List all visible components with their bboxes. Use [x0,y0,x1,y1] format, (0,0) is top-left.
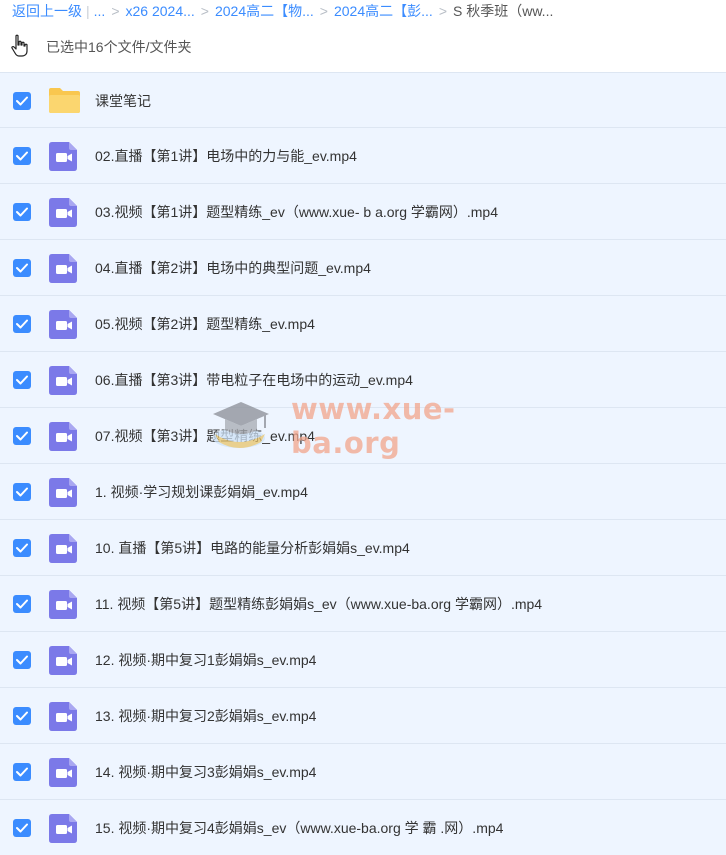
checkbox-checked-icon[interactable] [13,819,31,837]
breadcrumb-separator: > [200,3,209,19]
checkbox-checked-icon[interactable] [13,147,31,165]
checkbox-checked-icon[interactable] [13,763,31,781]
checkbox-checked-icon[interactable] [13,595,31,613]
file-row[interactable]: 07.视频【第3讲】题型精练_ev.mp4 [0,408,726,464]
breadcrumb-item[interactable]: 2024高二【彭... [334,1,433,21]
file-row[interactable]: 03.视频【第1讲】题型精练_ev（www.xue- b a.org 学霸网）.… [0,184,726,240]
file-row[interactable]: 02.直播【第1讲】电场中的力与能_ev.mp4 [0,128,726,184]
file-name[interactable]: 07.视频【第3讲】题型精练_ev.mp4 [95,408,315,464]
breadcrumb: 返回上一级 | ... > x26 2024... > 2024高二【物... … [0,0,726,22]
file-name[interactable]: 1. 视频·学习规划课彭娟娟_ev.mp4 [95,464,308,520]
file-name[interactable]: 12. 视频·期中复习1彭娟娟s_ev.mp4 [95,632,316,688]
checkbox-checked-icon[interactable] [13,92,31,110]
video-file-icon [48,645,79,676]
video-file-icon [48,253,79,284]
breadcrumb-item[interactable]: x26 2024... [126,3,195,19]
video-file-icon [48,813,79,844]
folder-row[interactable]: 课堂笔记 [0,72,726,128]
file-row[interactable]: 13. 视频·期中复习2彭娟娟s_ev.mp4 [0,688,726,744]
file-row[interactable]: 15. 视频·期中复习4彭娟娟s_ev（www.xue-ba.org 学 霸 .… [0,800,726,855]
breadcrumb-separator: > [319,3,328,19]
video-file-icon [48,701,79,732]
file-row[interactable]: 04.直播【第2讲】电场中的典型问题_ev.mp4 [0,240,726,296]
file-name[interactable]: 03.视频【第1讲】题型精练_ev（www.xue- b a.org 学霸网）.… [95,184,498,240]
file-row[interactable]: 06.直播【第3讲】带电粒子在电场中的运动_ev.mp4 [0,352,726,408]
file-row[interactable]: 11. 视频【第5讲】题型精练彭娟娟s_ev（www.xue-ba.org 学霸… [0,576,726,632]
breadcrumb-separator: > [111,3,120,19]
folder-icon [48,86,80,117]
breadcrumb-ellipsis[interactable]: ... [94,3,106,19]
file-name[interactable]: 13. 视频·期中复习2彭娟娟s_ev.mp4 [95,688,316,744]
file-name[interactable]: 06.直播【第3讲】带电粒子在电场中的运动_ev.mp4 [95,352,413,408]
file-name[interactable]: 10. 直播【第5讲】电路的能量分析彭娟娟s_ev.mp4 [95,520,410,576]
video-file-icon [48,421,79,452]
checkbox-checked-icon[interactable] [13,259,31,277]
checkbox-checked-icon[interactable] [13,539,31,557]
video-file-icon [48,533,79,564]
video-file-icon [48,365,79,396]
checkbox-checked-icon[interactable] [13,427,31,445]
checkbox-checked-icon[interactable] [13,315,31,333]
video-file-icon [48,477,79,508]
selection-count: 已选中16个文件/文件夹 [46,39,192,55]
checkbox-checked-icon[interactable] [13,707,31,725]
file-name[interactable]: 04.直播【第2讲】电场中的典型问题_ev.mp4 [95,240,371,296]
file-name[interactable]: 11. 视频【第5讲】题型精练彭娟娟s_ev（www.xue-ba.org 学霸… [95,576,542,632]
file-name[interactable]: 课堂笔记 [95,73,151,129]
file-row[interactable]: 14. 视频·期中复习3彭娟娟s_ev.mp4 [0,744,726,800]
file-name[interactable]: 02.直播【第1讲】电场中的力与能_ev.mp4 [95,128,357,184]
file-row[interactable]: 1. 视频·学习规划课彭娟娟_ev.mp4 [0,464,726,520]
selection-bar: 已选中16个文件/文件夹 [0,22,726,72]
file-row[interactable]: 12. 视频·期中复习1彭娟娟s_ev.mp4 [0,632,726,688]
file-row[interactable]: 05.视频【第2讲】题型精练_ev.mp4 [0,296,726,352]
breadcrumb-item[interactable]: 2024高二【物... [215,1,314,21]
checkbox-checked-icon[interactable] [13,651,31,669]
file-list: 课堂笔记 02.直播【第1讲】电场中的力与能_ev.mp4 03.视频【第1讲】题型… [0,72,726,855]
checkbox-checked-icon[interactable] [13,203,31,221]
breadcrumb-back-link[interactable]: 返回上一级 [12,1,82,21]
video-file-icon [48,141,79,172]
file-row[interactable]: 10. 直播【第5讲】电路的能量分析彭娟娟s_ev.mp4 [0,520,726,576]
video-file-icon [48,197,79,228]
file-name[interactable]: 14. 视频·期中复习3彭娟娟s_ev.mp4 [95,744,316,800]
video-file-icon [48,757,79,788]
checkbox-checked-icon[interactable] [13,483,31,501]
hand-pointer-icon [10,34,30,61]
video-file-icon [48,309,79,340]
file-name[interactable]: 05.视频【第2讲】题型精练_ev.mp4 [95,296,315,352]
checkbox-checked-icon[interactable] [13,371,31,389]
video-file-icon [48,589,79,620]
breadcrumb-separator: > [438,3,447,19]
breadcrumb-divider: | [86,3,90,19]
breadcrumb-current: S 秋季班（ww... [453,3,554,19]
file-name[interactable]: 15. 视频·期中复习4彭娟娟s_ev（www.xue-ba.org 学 霸 .… [95,800,503,855]
